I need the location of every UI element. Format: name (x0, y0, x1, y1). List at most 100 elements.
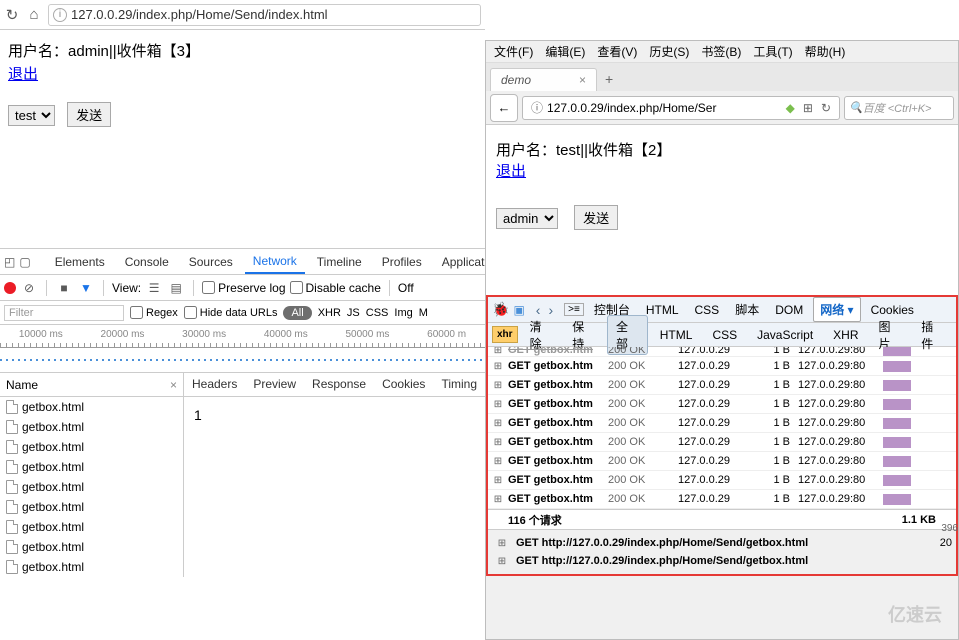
expand-icon[interactable]: ⊞ (488, 399, 508, 410)
filter-html[interactable]: HTML (652, 326, 701, 344)
info-icon[interactable]: ⓘ (527, 99, 547, 116)
info-icon[interactable]: i (53, 8, 67, 22)
fb-tab-dom[interactable]: DOM (769, 300, 809, 320)
network-row[interactable]: ⊞GET getbox.htm200 OK127.0.0.291 B127.0.… (488, 414, 956, 433)
request-row[interactable]: getbox.html (0, 477, 183, 497)
fb-tab-network[interactable]: 网络 ▾ (813, 297, 860, 322)
filter-css[interactable]: CSS (366, 307, 389, 319)
network-row[interactable]: ⊞GET getbox.htm200 OK127.0.0.291 B127.0.… (488, 433, 956, 452)
expand-icon[interactable]: ⊞ (488, 437, 508, 448)
filter-media[interactable]: M (419, 307, 428, 319)
expand-icon[interactable]: ⊞ (488, 475, 508, 486)
console-toggle-icon[interactable]: >≡ (564, 303, 584, 316)
close-detail-icon[interactable]: × (170, 378, 177, 392)
disable-cache-check[interactable]: Disable cache (290, 281, 381, 295)
filter-css[interactable]: CSS (704, 326, 745, 344)
tab-sources[interactable]: Sources (181, 251, 241, 273)
view-list-icon[interactable]: ☰ (145, 279, 163, 297)
tab-application[interactable]: Applicat (434, 251, 493, 273)
filter-input[interactable]: Filter (4, 305, 124, 321)
filter-xhr[interactable]: XHR (318, 307, 341, 319)
filter-xhr[interactable]: XHR (825, 326, 866, 344)
network-row[interactable]: ⊞GET getbox.htm200 OK127.0.0.291 B127.0.… (488, 395, 956, 414)
logout-link[interactable]: 退出 (8, 66, 38, 83)
reload-icon[interactable]: ↻ (4, 7, 20, 23)
expand-icon[interactable]: ⊞ (488, 418, 508, 429)
grid-icon[interactable]: ⊞ (799, 101, 817, 115)
tab-elements[interactable]: Elements (47, 251, 113, 273)
name-header[interactable]: Name× (0, 373, 183, 397)
browser-tab[interactable]: demo× (490, 68, 597, 91)
back-button[interactable]: ← (490, 94, 518, 122)
menu-help[interactable]: 帮助(H) (801, 41, 850, 62)
new-tab-icon[interactable]: + (597, 67, 621, 91)
menu-tools[interactable]: 工具(T) (749, 41, 796, 62)
request-row[interactable]: getbox.html (0, 497, 183, 517)
device-icon[interactable]: ▢ (19, 253, 30, 271)
home-icon[interactable]: ⌂ (26, 7, 42, 23)
console-request-2[interactable]: ⊞GET http://127.0.0.29/index.php/Home/Se… (492, 552, 952, 570)
expand-icon[interactable]: ⊞ (488, 380, 508, 391)
regex-check[interactable]: Regex (130, 306, 178, 319)
request-row[interactable]: getbox.html (0, 397, 183, 417)
search-box[interactable]: 🔍 百度 <Ctrl+K> (844, 96, 954, 120)
throttle-label[interactable]: Off (398, 281, 414, 295)
request-row[interactable]: getbox.html (0, 517, 183, 537)
tab-timeline[interactable]: Timeline (309, 251, 370, 273)
network-row[interactable]: ⊞GET getbox.htm200 OK127.0.0.291 B127.0.… (488, 452, 956, 471)
preserve-log-check[interactable]: Preserve log (202, 281, 285, 295)
network-row[interactable]: ⊞GET getbox.htm200 OK127.0.0.291 B127.0.… (488, 471, 956, 490)
send-button[interactable]: 发送 (67, 102, 111, 127)
expand-icon[interactable]: ⊞ (488, 361, 508, 372)
detail-preview[interactable]: Preview (245, 373, 304, 396)
inspect-icon[interactable]: ▣ (513, 303, 524, 317)
capture-icon[interactable]: ■ (55, 279, 73, 297)
reload-icon[interactable]: ↻ (817, 101, 835, 115)
logout-link[interactable]: 退出 (496, 163, 526, 180)
menu-history[interactable]: 历史(S) (645, 41, 693, 62)
filter-img[interactable]: Img (394, 307, 412, 319)
tab-console[interactable]: Console (117, 251, 177, 273)
network-timeline[interactable]: 10000 ms20000 ms30000 ms40000 ms50000 ms… (0, 325, 485, 373)
shield-icon[interactable]: ◆ (782, 101, 799, 115)
detail-timing[interactable]: Timing (433, 373, 485, 396)
menu-view[interactable]: 查看(V) (593, 41, 641, 62)
network-row[interactable]: ⊞GET getbox.htm200 OK127.0.0.291 B127.0.… (488, 376, 956, 395)
tab-profiles[interactable]: Profiles (374, 251, 430, 273)
network-row[interactable]: ⊞GET getbox.htm200 OK127.0.0.291 B127.0.… (488, 357, 956, 376)
firebug-icon[interactable]: 🐞 (492, 301, 509, 318)
filter-all[interactable]: All (283, 306, 311, 320)
tab-network[interactable]: Network (245, 250, 305, 274)
detail-headers[interactable]: Headers (184, 373, 245, 396)
close-tab-icon[interactable]: × (579, 73, 586, 87)
request-row[interactable]: getbox.html (0, 437, 183, 457)
detail-cookies[interactable]: Cookies (374, 373, 433, 396)
network-row[interactable]: ⊞GET getbox.htm200 OK127.0.0.291 B127.0.… (488, 490, 956, 509)
menu-bookmarks[interactable]: 书签(B) (697, 41, 745, 62)
url-field[interactable]: i 127.0.0.29/index.php/Home/Send/index.h… (48, 4, 481, 26)
ff-url-field[interactable]: ⓘ 127.0.0.29/index.php/Home/Ser ◆ ⊞ ↻ (522, 96, 840, 120)
recipient-select[interactable]: test (8, 105, 55, 126)
detail-response[interactable]: Response (304, 373, 374, 396)
record-icon[interactable] (4, 282, 16, 294)
expand-icon[interactable]: ⊞ (488, 456, 508, 467)
xhr-badge[interactable]: xhr (492, 326, 518, 343)
fb-tab-css[interactable]: CSS (689, 300, 726, 320)
clear-icon[interactable]: ⊘ (20, 279, 38, 297)
filter-js[interactable]: JS (347, 307, 360, 319)
request-row[interactable]: getbox.html (0, 417, 183, 437)
request-row[interactable]: getbox.html (0, 537, 183, 557)
recipient-select[interactable]: admin (496, 208, 558, 229)
view-large-icon[interactable]: ▤ (167, 279, 185, 297)
hide-data-check[interactable]: Hide data URLs (184, 306, 278, 319)
console-request-1[interactable]: ⊞GET http://127.0.0.29/index.php/Home/Se… (492, 534, 952, 552)
menu-edit[interactable]: 编辑(E) (541, 41, 589, 62)
send-button[interactable]: 发送 (574, 205, 618, 230)
filter-toggle-icon[interactable]: ▼ (77, 279, 95, 297)
request-row[interactable]: getbox.html (0, 557, 183, 577)
inspect-icon[interactable]: ◰ (4, 253, 15, 271)
request-row[interactable]: getbox.html (0, 457, 183, 477)
filter-plugin[interactable]: 插件 (913, 316, 952, 354)
menu-file[interactable]: 文件(F) (490, 41, 537, 62)
expand-icon[interactable]: ⊞ (488, 494, 508, 505)
